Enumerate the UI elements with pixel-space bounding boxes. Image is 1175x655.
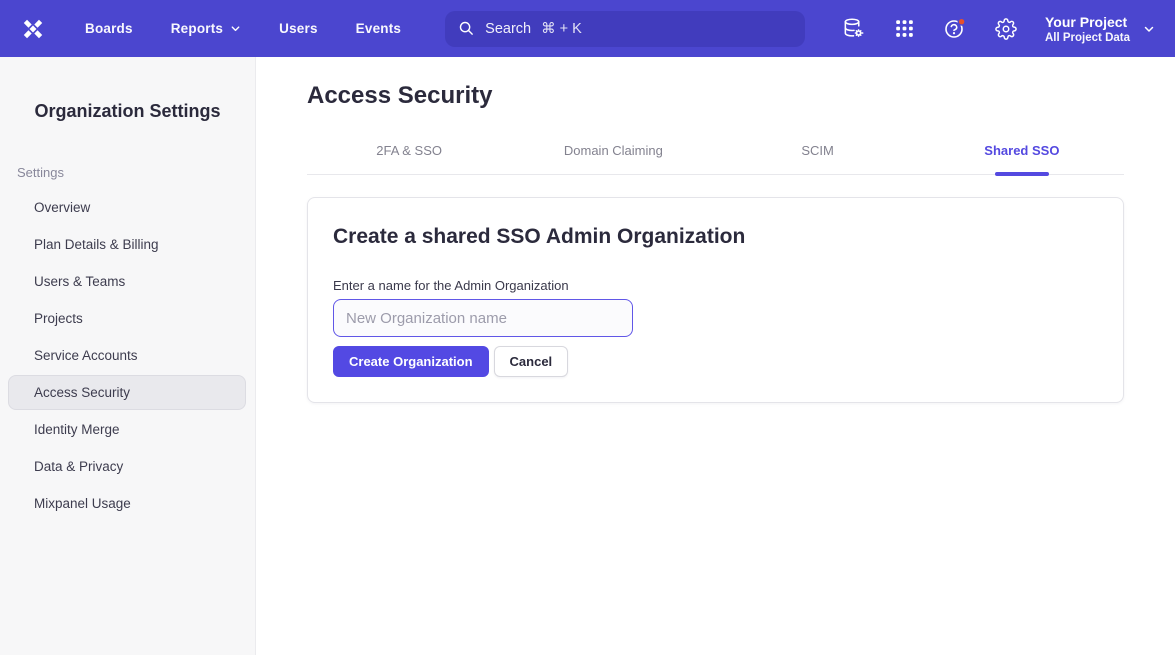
- sidebar-title: Organization Settings: [0, 101, 255, 122]
- organization-name-input[interactable]: [333, 299, 633, 337]
- tab-label: SCIM: [801, 143, 834, 158]
- tab-bar: 2FA & SSO Domain Claiming SCIM Shared SS…: [307, 143, 1124, 175]
- sidebar-nav-list: Overview Plan Details & Billing Users & …: [0, 190, 255, 521]
- data-management-button[interactable]: [841, 17, 865, 41]
- create-admin-org-card: Create a shared SSO Admin Organization E…: [307, 197, 1124, 403]
- tab-label: Domain Claiming: [564, 143, 663, 158]
- nav-item-users[interactable]: Users: [279, 21, 318, 36]
- project-selector-text: Your Project All Project Data: [1045, 13, 1130, 45]
- nav-item-events[interactable]: Events: [356, 21, 401, 36]
- org-name-label: Enter a name for the Admin Organization: [333, 278, 1098, 293]
- nav-item-label: Users: [279, 21, 318, 36]
- help-button[interactable]: [943, 17, 967, 41]
- mixpanel-logo-icon: [20, 16, 46, 42]
- project-name: Your Project: [1045, 13, 1130, 31]
- sidebar-item-access-security[interactable]: Access Security: [8, 375, 246, 410]
- sidebar-item-service-accounts[interactable]: Service Accounts: [8, 338, 246, 373]
- sidebar-item-projects[interactable]: Projects: [8, 301, 246, 336]
- search-placeholder: Search: [485, 21, 531, 37]
- sidebar-item-identity-merge[interactable]: Identity Merge: [8, 412, 246, 447]
- database-gear-icon: [842, 17, 865, 40]
- settings-button[interactable]: [994, 17, 1018, 41]
- chevron-down-icon: [230, 23, 241, 34]
- apps-grid-button[interactable]: [892, 17, 916, 41]
- navbar-icon-group: [841, 17, 1018, 41]
- main-content: Access Security 2FA & SSO Domain Claimin…: [256, 57, 1175, 655]
- tab-scim[interactable]: SCIM: [716, 143, 920, 174]
- nav-item-reports[interactable]: Reports: [171, 21, 241, 36]
- nav-item-label: Events: [356, 21, 401, 36]
- nav-item-label: Reports: [171, 21, 223, 36]
- notification-dot: [958, 18, 965, 25]
- search-input[interactable]: Search ⌘ + K: [445, 11, 805, 47]
- nav-item-boards[interactable]: Boards: [85, 21, 133, 36]
- help-question-icon: [943, 16, 967, 41]
- card-button-row: Create Organization Cancel: [333, 346, 1098, 377]
- nav-item-label: Boards: [85, 21, 133, 36]
- gear-icon: [995, 18, 1017, 40]
- tab-label: 2FA & SSO: [376, 143, 442, 158]
- mixpanel-logo[interactable]: [18, 14, 48, 44]
- sidebar-item-data-privacy[interactable]: Data & Privacy: [8, 449, 246, 484]
- chevron-down-icon: [1143, 23, 1155, 35]
- sidebar-section-label: Settings: [17, 165, 255, 180]
- cancel-button[interactable]: Cancel: [494, 346, 569, 377]
- card-title: Create a shared SSO Admin Organization: [333, 225, 1098, 249]
- sidebar-item-overview[interactable]: Overview: [8, 190, 246, 225]
- project-subtitle: All Project Data: [1045, 31, 1130, 45]
- search-shortcut: ⌘ + K: [541, 21, 582, 37]
- sidebar-item-plan-details-billing[interactable]: Plan Details & Billing: [8, 227, 246, 262]
- top-navbar: Boards Reports Users Events Search ⌘ + K: [0, 0, 1175, 57]
- search-icon: [458, 20, 475, 37]
- active-tab-indicator: [995, 172, 1049, 176]
- tab-2fa-sso[interactable]: 2FA & SSO: [307, 143, 511, 174]
- org-settings-sidebar: Organization Settings Settings Overview …: [0, 57, 256, 655]
- sidebar-item-mixpanel-usage[interactable]: Mixpanel Usage: [8, 486, 246, 521]
- tab-label: Shared SSO: [984, 143, 1059, 158]
- page-title: Access Security: [307, 82, 1124, 110]
- tab-shared-sso[interactable]: Shared SSO: [920, 143, 1124, 174]
- project-selector[interactable]: Your Project All Project Data: [1045, 13, 1155, 45]
- tab-domain-claiming[interactable]: Domain Claiming: [511, 143, 715, 174]
- apps-grid-icon: [894, 18, 915, 39]
- primary-nav: Boards Reports Users Events: [85, 21, 401, 36]
- sidebar-item-users-teams[interactable]: Users & Teams: [8, 264, 246, 299]
- create-organization-button[interactable]: Create Organization: [333, 346, 489, 377]
